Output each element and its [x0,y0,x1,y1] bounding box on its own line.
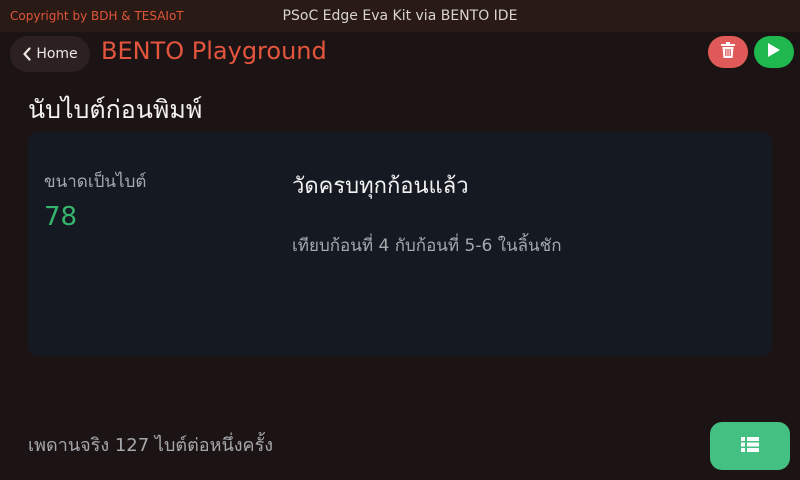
table-list-icon [741,436,759,456]
delete-button[interactable] [708,36,748,68]
run-button[interactable] [754,36,794,68]
chevron-left-icon [22,47,32,61]
status-text: วัดครบทุกก้อนแล้ว [292,174,469,199]
play-icon [767,42,781,62]
metric-value: 78 [44,202,78,232]
trash-icon [721,42,735,62]
window-title: PSoC Edge Eva Kit via BENTO IDE [282,8,518,24]
app-title: BENTO Playground [101,37,327,65]
home-button[interactable]: Home [10,36,90,72]
page-heading: นับไบต์ก่อนพิมพ์ [28,95,203,124]
home-label: Home [36,46,78,62]
detail-text: เทียบก้อนที่ 4 กับก้อนที่ 5-6 ในลิ้นชัก [292,236,562,256]
top-bar: Copyright by BDH & TESAIoT PSoC Edge Eva… [0,0,800,32]
metric-label: ขนาดเป็นไบต์ [44,172,147,192]
list-button[interactable] [710,422,790,470]
footer-note: เพดานจริง 127 ไบต์ต่อหนึ่งครั้ง [28,435,274,456]
result-card: ขนาดเป็นไบต์ 78 วัดครบทุกก้อนแล้ว เทียบก… [28,132,772,356]
